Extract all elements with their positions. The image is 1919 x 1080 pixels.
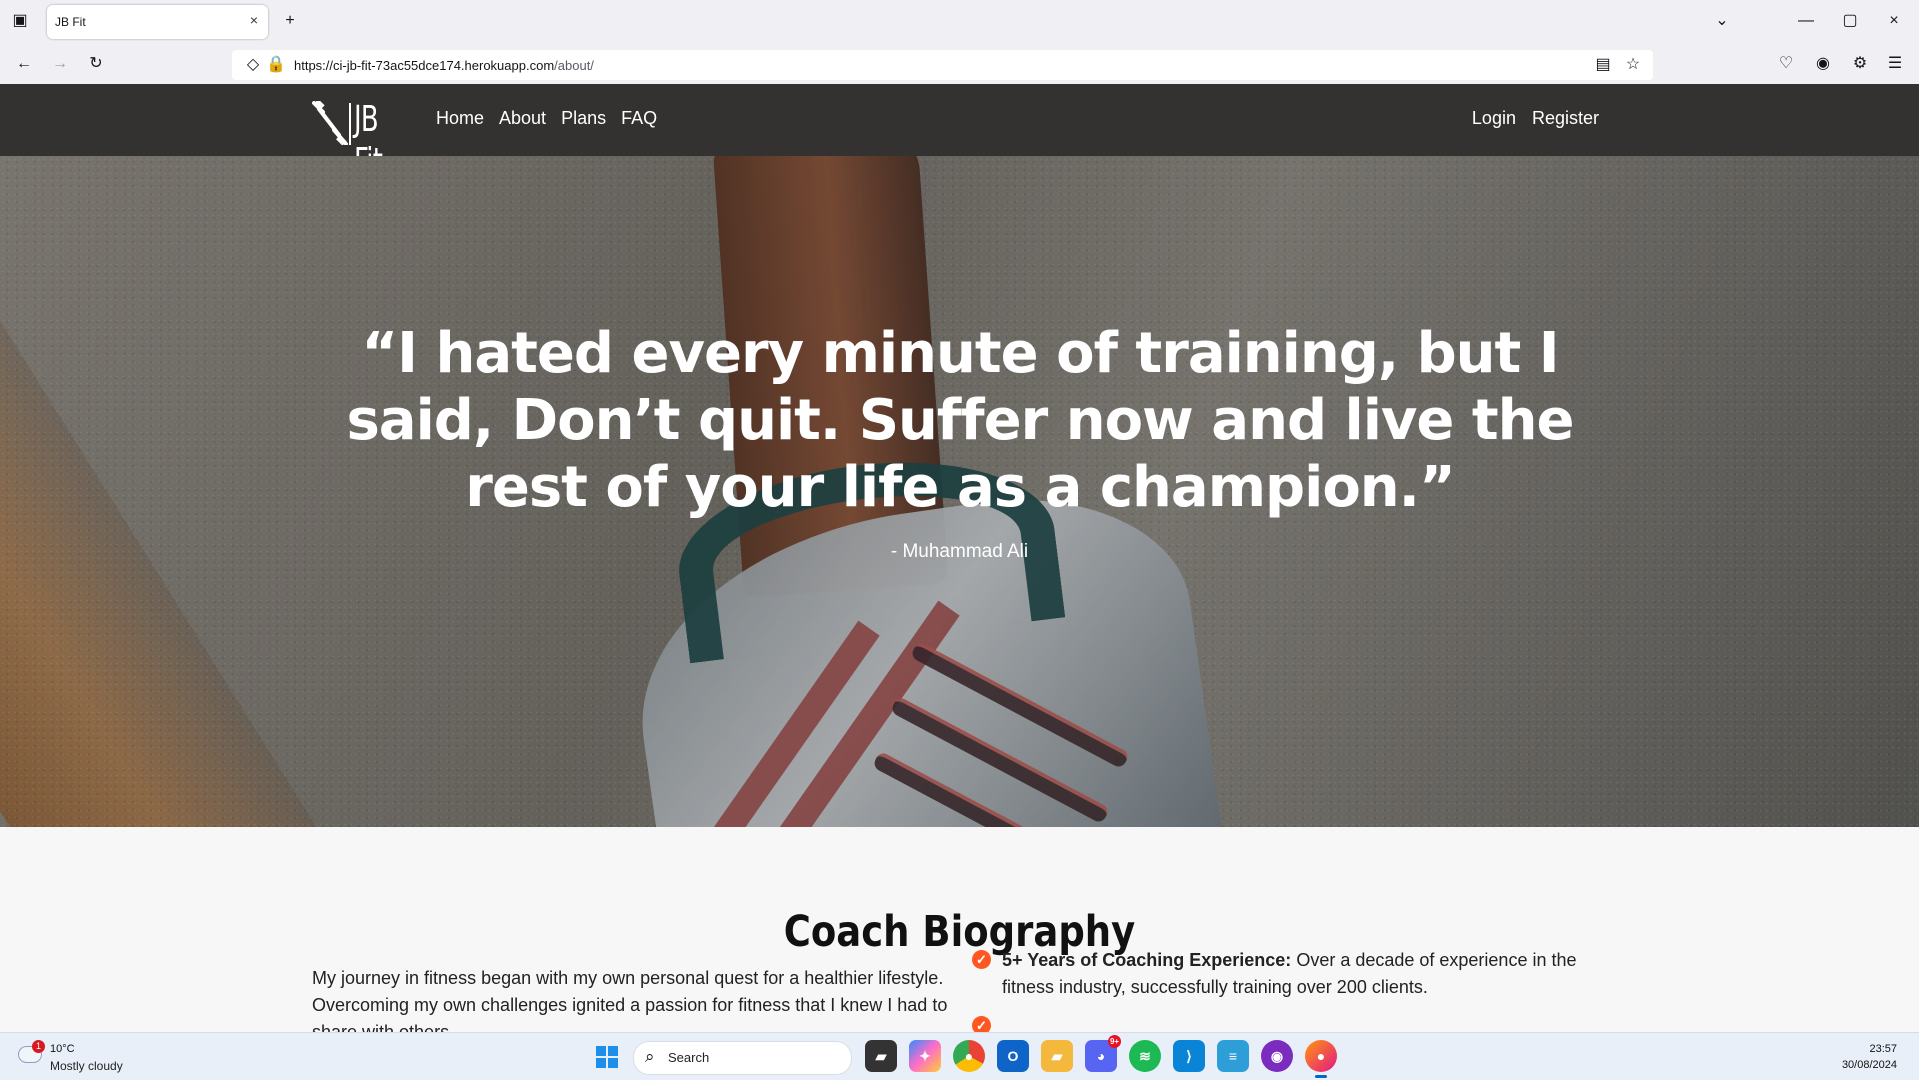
clock-time: 23:57 <box>1869 1043 1897 1055</box>
restore-icon[interactable]: ▢ <box>1838 9 1862 33</box>
notepad-icon[interactable]: ≡ <box>1217 1040 1249 1072</box>
tab-title: JB Fit <box>55 15 86 29</box>
new-tab-button[interactable]: + <box>278 9 302 33</box>
browser-tab[interactable]: JB Fit × <box>47 5 268 39</box>
forward-icon[interactable]: → <box>48 52 72 76</box>
quote-author: - Muhammad Ali <box>890 541 1029 562</box>
minimize-icon[interactable]: — <box>1794 9 1818 33</box>
url-path: /about/ <box>554 58 594 73</box>
weather-temperature[interactable]: 10°C <box>50 1043 75 1055</box>
bookmark-star-icon[interactable]: ☆ <box>1621 53 1645 77</box>
search-label: Search <box>668 1050 710 1065</box>
reload-icon[interactable]: ↻ <box>84 52 108 76</box>
main-navigation: Home About Plans FAQ <box>436 106 657 130</box>
chrome-icon[interactable]: ● <box>953 1040 985 1072</box>
dumbbell-logo-icon <box>312 101 351 145</box>
url-host: https://ci-jb-fit-73ac55dce174.herokuapp… <box>294 58 555 73</box>
coach-biography-section: Coach Biography My journey in fitness be… <box>0 827 1919 1032</box>
tab-list-icon[interactable]: ▣ <box>8 9 32 33</box>
address-bar[interactable]: ◇ 🔒 https://ci-jb-fit-73ac55dce174.herok… <box>232 50 1653 80</box>
discord-icon[interactable]: ◕ 9+ <box>1085 1035 1121 1072</box>
account-icon[interactable]: ◉ <box>1811 52 1835 76</box>
firefox-icon[interactable]: ● <box>1305 1040 1337 1078</box>
site-navbar: JB Fit Home About Plans FAQ Login Regist… <box>0 84 1919 182</box>
weather-condition[interactable]: Mostly cloudy <box>50 1059 123 1073</box>
credentials-list: ✓ 5+ Years of Coaching Experience: Over … <box>971 947 1611 1032</box>
biography-text: My journey in fitness began with my own … <box>312 968 948 1032</box>
auth-navigation: Login Register <box>1472 106 1599 130</box>
jb-fit-logo[interactable]: JB Fit <box>310 97 420 182</box>
credential-item: ✓ 5+ Years of Coaching Experience: Over … <box>971 947 1611 1001</box>
clock-date: 30/08/2024 <box>1841 1059 1897 1071</box>
close-tab-icon[interactable]: × <box>250 12 258 28</box>
copilot-icon[interactable]: ✦ <box>909 1040 941 1072</box>
close-window-icon[interactable]: × <box>1882 9 1906 33</box>
nav-about-link[interactable]: About <box>499 106 546 130</box>
tab-strip: ▣ JB Fit × + ⌄ — ▢ × <box>0 0 1919 44</box>
navigation-toolbar: ← → ↻ ◇ 🔒 https://ci-jb-fit-73ac55dce174… <box>0 44 1919 84</box>
spotify-icon[interactable]: ≋ <box>1129 1040 1161 1072</box>
nav-plans-link[interactable]: Plans <box>561 106 606 130</box>
lock-icon[interactable]: 🔒 <box>264 53 288 77</box>
task-view-icon[interactable]: ▰ <box>865 1040 897 1072</box>
orange-check-icon: ✓ <box>972 950 991 969</box>
outlook-icon[interactable]: O <box>997 1040 1029 1072</box>
reader-view-icon[interactable]: ▤ <box>1591 53 1615 77</box>
discord-badge: 9+ <box>1108 1035 1121 1048</box>
browser-chrome: ▣ JB Fit × + ⌄ — ▢ × ← → ↻ ◇ 🔒 https://c… <box>0 0 1919 84</box>
menu-icon[interactable]: ☰ <box>1883 52 1907 76</box>
github-icon[interactable]: ◉ <box>1261 1040 1293 1072</box>
windows-taskbar: 1 10°C Mostly cloudy ⌕ Search ▰ ✦ ● O ▰ … <box>0 1032 1919 1080</box>
orange-check-icon: ✓ <box>972 1016 991 1032</box>
system-clock[interactable]: 23:57 30/08/2024 <box>1842 1041 1897 1073</box>
pocket-icon[interactable]: ♡ <box>1774 52 1798 76</box>
vscode-icon[interactable]: ⟩ <box>1173 1040 1205 1072</box>
taskbar-app-icons: ▰ ✦ ● O ▰ ◕ 9+ ≋ ⟩ ≡ ◉ ● <box>865 1035 1337 1078</box>
nav-home-link[interactable]: Home <box>436 106 484 130</box>
tracking-shield-icon[interactable]: ◇ <box>241 53 265 77</box>
nav-faq-link[interactable]: FAQ <box>621 106 657 130</box>
login-link[interactable]: Login <box>1472 106 1516 130</box>
taskbar-search-box[interactable]: ⌕ Search <box>633 1041 852 1075</box>
weather-notification-badge: 1 <box>32 1040 45 1053</box>
search-icon: ⌕ <box>645 1047 655 1066</box>
windows-start-icon[interactable] <box>596 1046 618 1068</box>
url-text[interactable]: https://ci-jb-fit-73ac55dce174.herokuapp… <box>294 58 594 73</box>
quote-hero: “I hated every minute of training, but I… <box>0 156 1919 827</box>
file-explorer-icon[interactable]: ▰ <box>1041 1040 1073 1072</box>
credential-title: 5+ Years of Coaching Experience: <box>1002 950 1292 970</box>
website-page: JB Fit Home About Plans FAQ Login Regist… <box>0 84 1919 1032</box>
back-icon[interactable]: ← <box>12 52 36 76</box>
list-all-tabs-icon[interactable]: ⌄ <box>1710 9 1734 33</box>
register-link[interactable]: Register <box>1532 106 1599 130</box>
extensions-icon[interactable]: ⚙ <box>1848 52 1872 76</box>
hero-quote: “I hated every minute of training, but I… <box>346 320 1574 520</box>
